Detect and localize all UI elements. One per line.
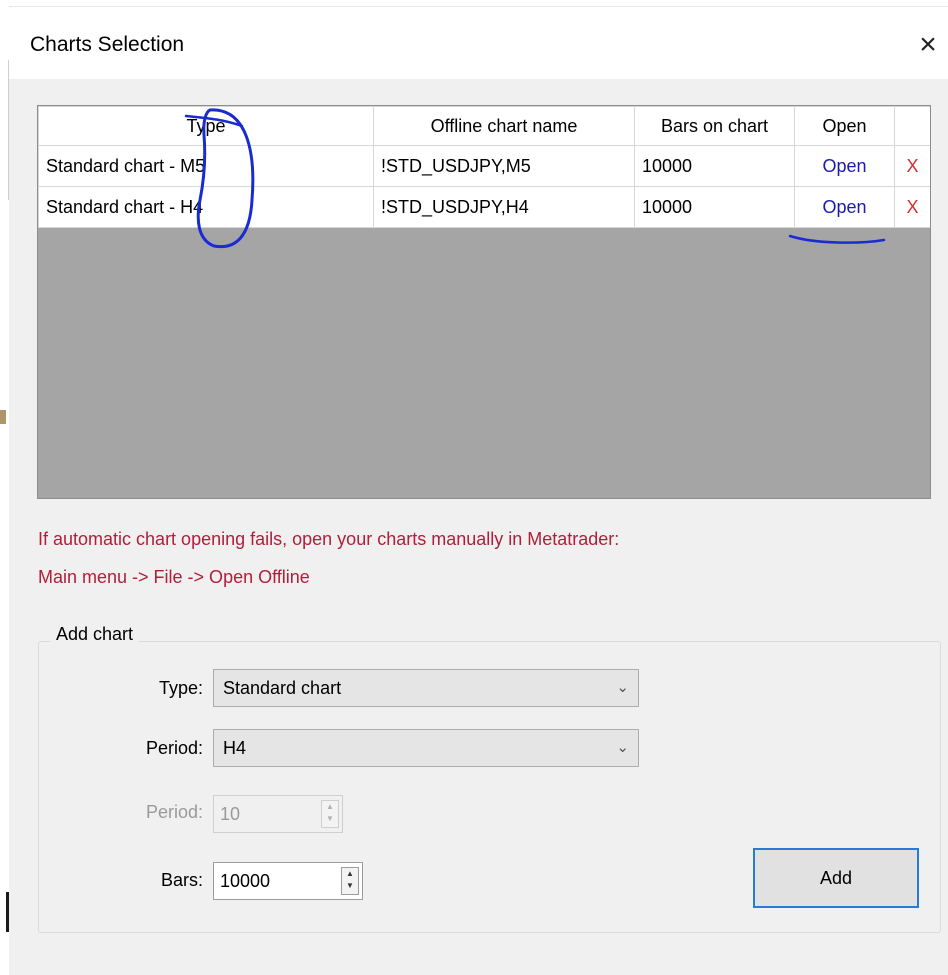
chevron-down-icon: ⌄ — [616, 679, 629, 696]
type-select[interactable]: Standard chart ⌄ — [213, 669, 639, 707]
chevron-down-icon: ⌄ — [616, 739, 629, 756]
bars-value: 10000 — [220, 871, 271, 891]
column-header-chart-name[interactable]: Offline chart name — [373, 106, 635, 146]
close-icon[interactable]: × — [908, 25, 948, 65]
dialog-title: Charts Selection — [30, 33, 185, 56]
cell-type: Standard chart - H4 — [38, 186, 374, 228]
period-select-value: H4 — [223, 738, 247, 758]
delete-icon[interactable]: X — [894, 186, 930, 228]
open-link[interactable]: Open — [794, 145, 895, 187]
column-header-type[interactable]: Type — [38, 106, 374, 146]
table-row[interactable]: Standard chart - H4 !STD_USDJPY,H4 10000… — [38, 186, 930, 228]
open-link[interactable]: Open — [794, 186, 895, 228]
delete-icon[interactable]: X — [894, 145, 930, 187]
cell-chart-name: !STD_USDJPY,H4 — [373, 186, 635, 228]
type-label: Type: — [158, 678, 203, 698]
title-bar: Charts Selection × — [9, 7, 948, 79]
notice-line-1: If automatic chart opening fails, open y… — [38, 529, 620, 549]
charts-table: Type Offline chart name Bars on chart Op… — [38, 106, 930, 228]
table-row[interactable]: Standard chart - M5 !STD_USDJPY,M5 10000… — [38, 145, 930, 187]
charts-selection-dialog: Charts Selection × Type Offline chart na… — [9, 6, 948, 975]
bars-spinner[interactable]: 10000 ▲ ▼ — [213, 862, 363, 900]
spinner-arrows-icon[interactable]: ▲ ▼ — [341, 867, 359, 895]
custom-period-value: 10 — [220, 804, 241, 824]
period-select[interactable]: H4 ⌄ — [213, 729, 639, 767]
table-header-row: Type Offline chart name Bars on chart Op… — [38, 106, 930, 146]
period-label: Period: — [145, 738, 203, 758]
charts-grid: Type Offline chart name Bars on chart Op… — [37, 105, 931, 499]
cell-bars: 10000 — [634, 186, 795, 228]
custom-period-spinner[interactable]: 10 ▲ ▼ — [213, 795, 343, 833]
column-header-bars[interactable]: Bars on chart — [634, 106, 795, 146]
background-edge-mark — [0, 410, 6, 424]
cell-type: Standard chart - M5 — [38, 145, 374, 187]
spinner-arrows-icon[interactable]: ▲ ▼ — [321, 800, 339, 828]
add-button[interactable]: Add — [753, 848, 919, 908]
notice-line-2: Main menu -> File -> Open Offline — [38, 567, 310, 587]
custom-period-label: Period: — [145, 802, 203, 822]
add-chart-legend: Add chart — [50, 624, 140, 645]
type-select-value: Standard chart — [223, 678, 342, 698]
column-header-delete[interactable] — [894, 106, 930, 146]
cell-chart-name: !STD_USDJPY,M5 — [373, 145, 635, 187]
cell-bars: 10000 — [634, 145, 795, 187]
column-header-open[interactable]: Open — [794, 106, 895, 146]
bars-label: Bars: — [160, 870, 203, 890]
